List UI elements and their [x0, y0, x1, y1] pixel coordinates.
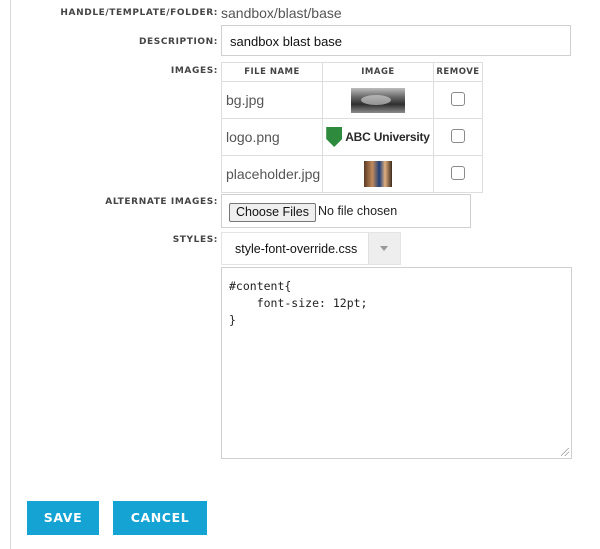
images-label: IMAGES: — [170, 66, 218, 76]
remove-cell — [433, 155, 483, 193]
remove-cell — [433, 81, 483, 119]
file-name-cell: bg.jpg — [221, 81, 323, 119]
remove-checkbox[interactable] — [451, 128, 465, 143]
table-row: logo.png ABC University — [221, 118, 483, 156]
placeholder-image-thumbnail — [364, 161, 392, 187]
table-row: placeholder.jpg — [221, 155, 483, 193]
styles-label: STYLES: — [172, 235, 218, 245]
code-line: font-size: 12pt; — [229, 296, 368, 310]
remove-cell — [433, 118, 483, 156]
left-border-line — [10, 0, 11, 549]
save-button[interactable]: SAVE — [27, 501, 99, 535]
bg-image-thumbnail — [351, 87, 405, 113]
css-code-textarea[interactable]: #content{ font-size: 12pt; } — [221, 267, 572, 459]
logo-image-thumbnail: ABC University — [326, 127, 430, 147]
remove-checkbox[interactable] — [451, 165, 465, 180]
code-line: #content{ — [229, 279, 292, 293]
styles-selected-value: style-font-override.css — [235, 242, 358, 256]
image-cell: ABC University — [322, 118, 434, 156]
handle-value: sandbox/blast/base — [221, 5, 342, 21]
code-line: } — [229, 313, 236, 327]
dropdown-arrow[interactable] — [368, 233, 400, 264]
styles-select[interactable]: style-font-override.css — [221, 232, 401, 265]
shield-icon — [326, 127, 343, 147]
images-table: FILE NAME IMAGE REMOVE bg.jpg logo.png A… — [221, 62, 483, 193]
alternate-images-file-input: Choose Files No file chosen — [221, 194, 471, 228]
image-header: IMAGE — [322, 62, 434, 82]
choose-files-button[interactable]: Choose Files — [229, 203, 316, 222]
table-row: bg.jpg — [221, 81, 483, 119]
resize-handle[interactable] — [561, 448, 569, 456]
alternate-images-label: ALTERNATE IMAGES: — [105, 197, 218, 207]
file-name-cell: placeholder.jpg — [221, 155, 323, 193]
cancel-button[interactable]: CANCEL — [113, 501, 207, 535]
image-cell — [322, 81, 434, 119]
logo-text: ABC University — [345, 130, 430, 144]
image-cell — [322, 155, 434, 193]
description-input[interactable]: sandbox blast base — [221, 25, 571, 56]
file-name-cell: logo.png — [221, 118, 323, 156]
remove-checkbox[interactable] — [451, 91, 465, 106]
remove-header: REMOVE — [433, 62, 483, 82]
handle-label: HANDLE/TEMPLATE/FOLDER: — [60, 8, 218, 18]
chevron-down-icon — [380, 246, 388, 251]
file-name-header: FILE NAME — [221, 62, 323, 82]
images-table-header-row: FILE NAME IMAGE REMOVE — [221, 62, 483, 82]
file-status-text: No file chosen — [318, 204, 398, 218]
description-label: DESCRIPTION: — [138, 37, 218, 47]
